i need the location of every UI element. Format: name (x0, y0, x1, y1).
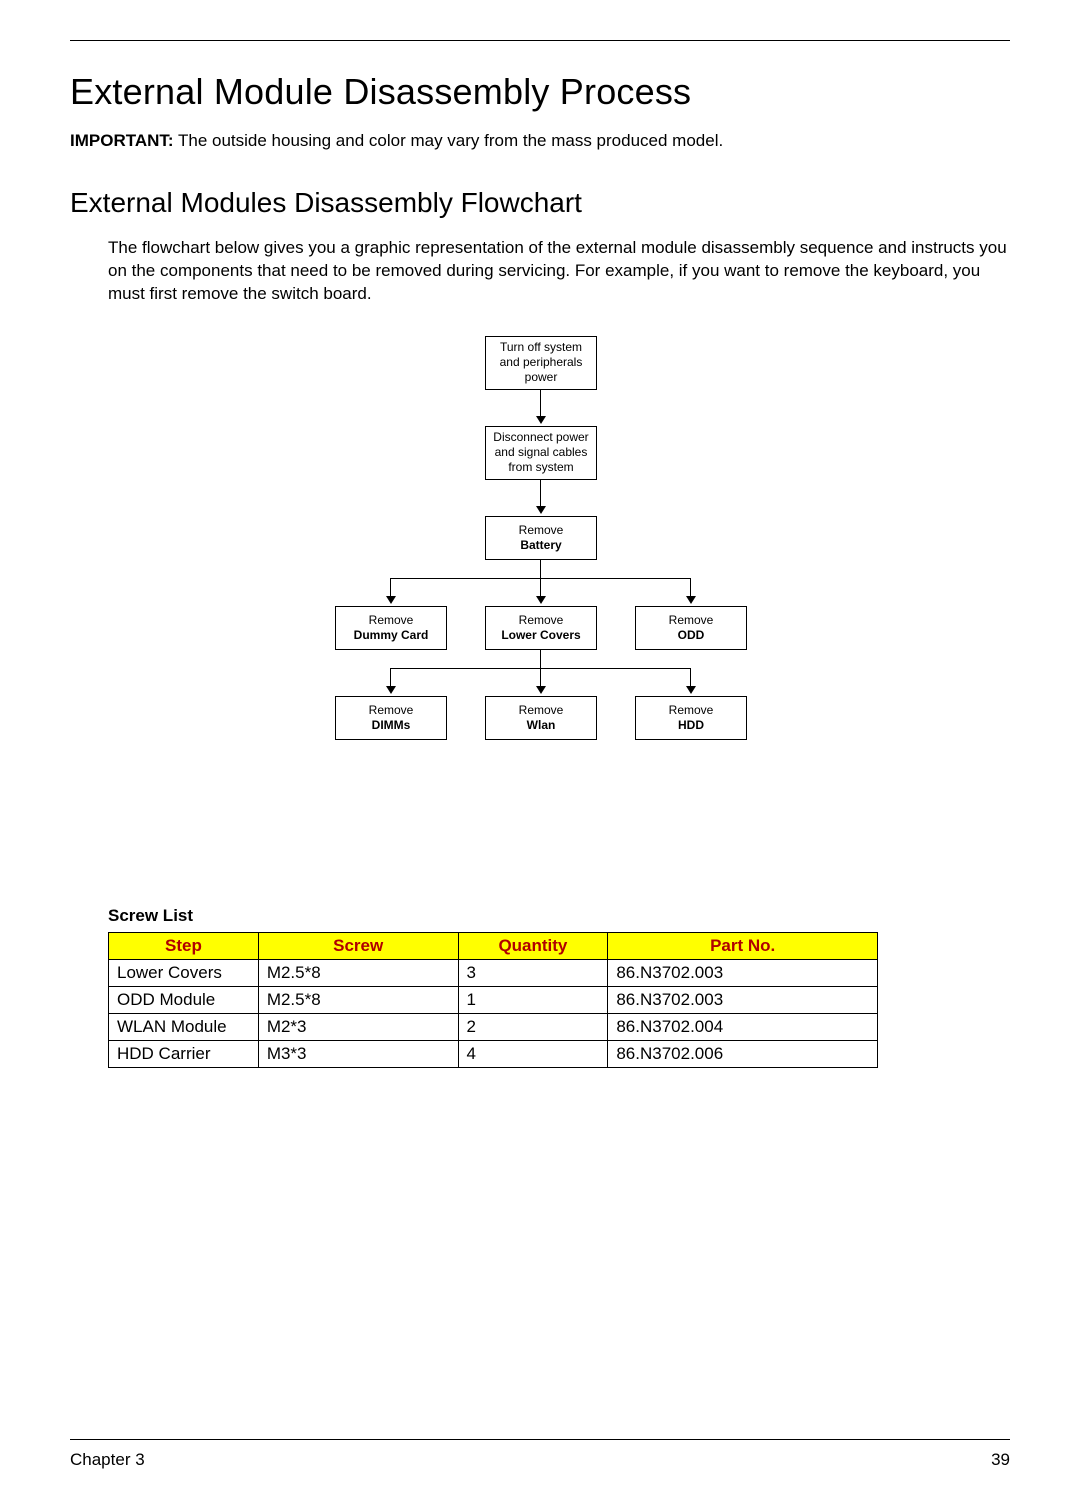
th-screw: Screw (258, 932, 458, 959)
td-qty: 2 (458, 1013, 608, 1040)
screw-table: Step Screw Quantity Part No. Lower Cover… (108, 932, 878, 1068)
flow-text: Remove (369, 703, 414, 718)
flow-text: DIMMs (372, 718, 411, 733)
flow-text: Remove (669, 703, 714, 718)
flow-node-dummycard: Remove Dummy Card (335, 606, 447, 650)
td-screw: M2.5*8 (258, 986, 458, 1013)
flow-text: ODD (678, 628, 705, 643)
th-qty: Quantity (458, 932, 608, 959)
arrow-icon (686, 596, 696, 604)
arrow-icon (536, 506, 546, 514)
flow-text: Turn off system (500, 340, 582, 355)
arrow-icon (536, 686, 546, 694)
section-body: The flowchart below gives you a graphic … (108, 237, 1010, 306)
bottom-rule (70, 1439, 1010, 1440)
flow-text: power (525, 370, 558, 385)
td-step: Lower Covers (109, 959, 259, 986)
flow-connector (540, 560, 541, 578)
table-row: ODD Module M2.5*8 1 86.N3702.003 (109, 986, 878, 1013)
flow-node-disconnect: Disconnect power and signal cables from … (485, 426, 597, 480)
flow-node-odd: Remove ODD (635, 606, 747, 650)
flow-text: Remove (669, 613, 714, 628)
page-title: External Module Disassembly Process (70, 71, 1010, 113)
flow-text: Disconnect power (493, 430, 588, 445)
td-screw: M2*3 (258, 1013, 458, 1040)
td-screw: M3*3 (258, 1040, 458, 1067)
td-step: ODD Module (109, 986, 259, 1013)
flow-node-dimms: Remove DIMMs (335, 696, 447, 740)
flow-text: Remove (519, 523, 564, 538)
flow-node-hdd: Remove HDD (635, 696, 747, 740)
table-row: Lower Covers M2.5*8 3 86.N3702.003 (109, 959, 878, 986)
table-row: WLAN Module M2*3 2 86.N3702.004 (109, 1013, 878, 1040)
flow-text: HDD (678, 718, 704, 733)
footer-chapter: Chapter 3 (70, 1450, 145, 1470)
section-subtitle: External Modules Disassembly Flowchart (70, 187, 1010, 219)
td-part: 86.N3702.003 (608, 959, 878, 986)
td-qty: 3 (458, 959, 608, 986)
td-qty: 4 (458, 1040, 608, 1067)
flow-text: Battery (520, 538, 561, 553)
flow-text: from system (508, 460, 573, 475)
page-content: External Module Disassembly Process IMPO… (0, 0, 1080, 1068)
td-part: 86.N3702.006 (608, 1040, 878, 1067)
arrow-icon (536, 416, 546, 424)
td-part: 86.N3702.003 (608, 986, 878, 1013)
td-qty: 1 (458, 986, 608, 1013)
arrow-icon (386, 596, 396, 604)
td-screw: M2.5*8 (258, 959, 458, 986)
table-header-row: Step Screw Quantity Part No. (109, 932, 878, 959)
flow-text: Remove (519, 703, 564, 718)
flowchart: Turn off system and peripherals power Di… (325, 336, 755, 876)
page-footer: Chapter 3 39 (70, 1439, 1010, 1470)
flow-node-battery: Remove Battery (485, 516, 597, 560)
top-rule (70, 40, 1010, 41)
footer-page-number: 39 (991, 1450, 1010, 1470)
important-note: IMPORTANT: The outside housing and color… (70, 131, 1010, 151)
arrow-icon (686, 686, 696, 694)
flow-text: Dummy Card (354, 628, 429, 643)
flow-text: and peripherals (500, 355, 583, 370)
flow-text: and signal cables (495, 445, 588, 460)
table-row: HDD Carrier M3*3 4 86.N3702.006 (109, 1040, 878, 1067)
th-part: Part No. (608, 932, 878, 959)
flow-node-poweroff: Turn off system and peripherals power (485, 336, 597, 390)
arrow-icon (536, 596, 546, 604)
td-part: 86.N3702.004 (608, 1013, 878, 1040)
flow-connector (540, 650, 541, 668)
flow-node-lowercovers: Remove Lower Covers (485, 606, 597, 650)
arrow-icon (386, 686, 396, 694)
th-step: Step (109, 932, 259, 959)
flow-text: Remove (519, 613, 564, 628)
important-label: IMPORTANT: (70, 131, 174, 150)
td-step: HDD Carrier (109, 1040, 259, 1067)
screw-list-heading: Screw List (108, 906, 1010, 926)
flow-node-wlan: Remove Wlan (485, 696, 597, 740)
flow-text: Wlan (527, 718, 556, 733)
flow-text: Lower Covers (501, 628, 580, 643)
flow-text: Remove (369, 613, 414, 628)
td-step: WLAN Module (109, 1013, 259, 1040)
important-text: The outside housing and color may vary f… (174, 131, 724, 150)
